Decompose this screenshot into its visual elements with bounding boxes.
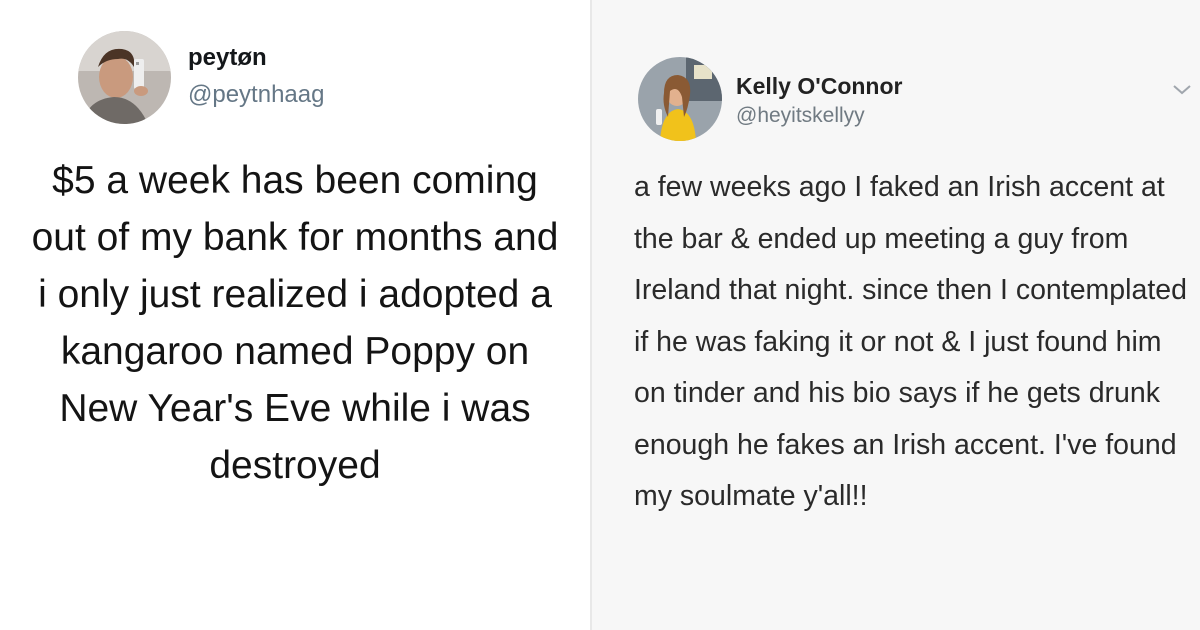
user-handle[interactable]: @peytnhaag — [188, 81, 324, 109]
tweet-card-right: Kelly O'Connor @heyitskellyy a few weeks… — [592, 0, 1200, 630]
user-handle[interactable]: @heyitskellyy — [736, 104, 865, 128]
tweet-text: $5 a week has been coming out of my bank… — [31, 159, 559, 487]
tweet-text: a few weeks ago I faked an Irish accent … — [634, 171, 1187, 512]
avatar[interactable] — [638, 57, 722, 141]
display-name[interactable]: peytøn — [188, 44, 267, 72]
display-name[interactable]: Kelly O'Connor — [736, 73, 902, 100]
chevron-down-icon[interactable] — [1170, 80, 1194, 98]
tweet-screenshot-collage: peytøn @peytnhaag $5 a week has been com… — [0, 0, 1200, 630]
avatar[interactable] — [78, 31, 171, 124]
tweet-card-left: peytøn @peytnhaag $5 a week has been com… — [0, 0, 590, 630]
